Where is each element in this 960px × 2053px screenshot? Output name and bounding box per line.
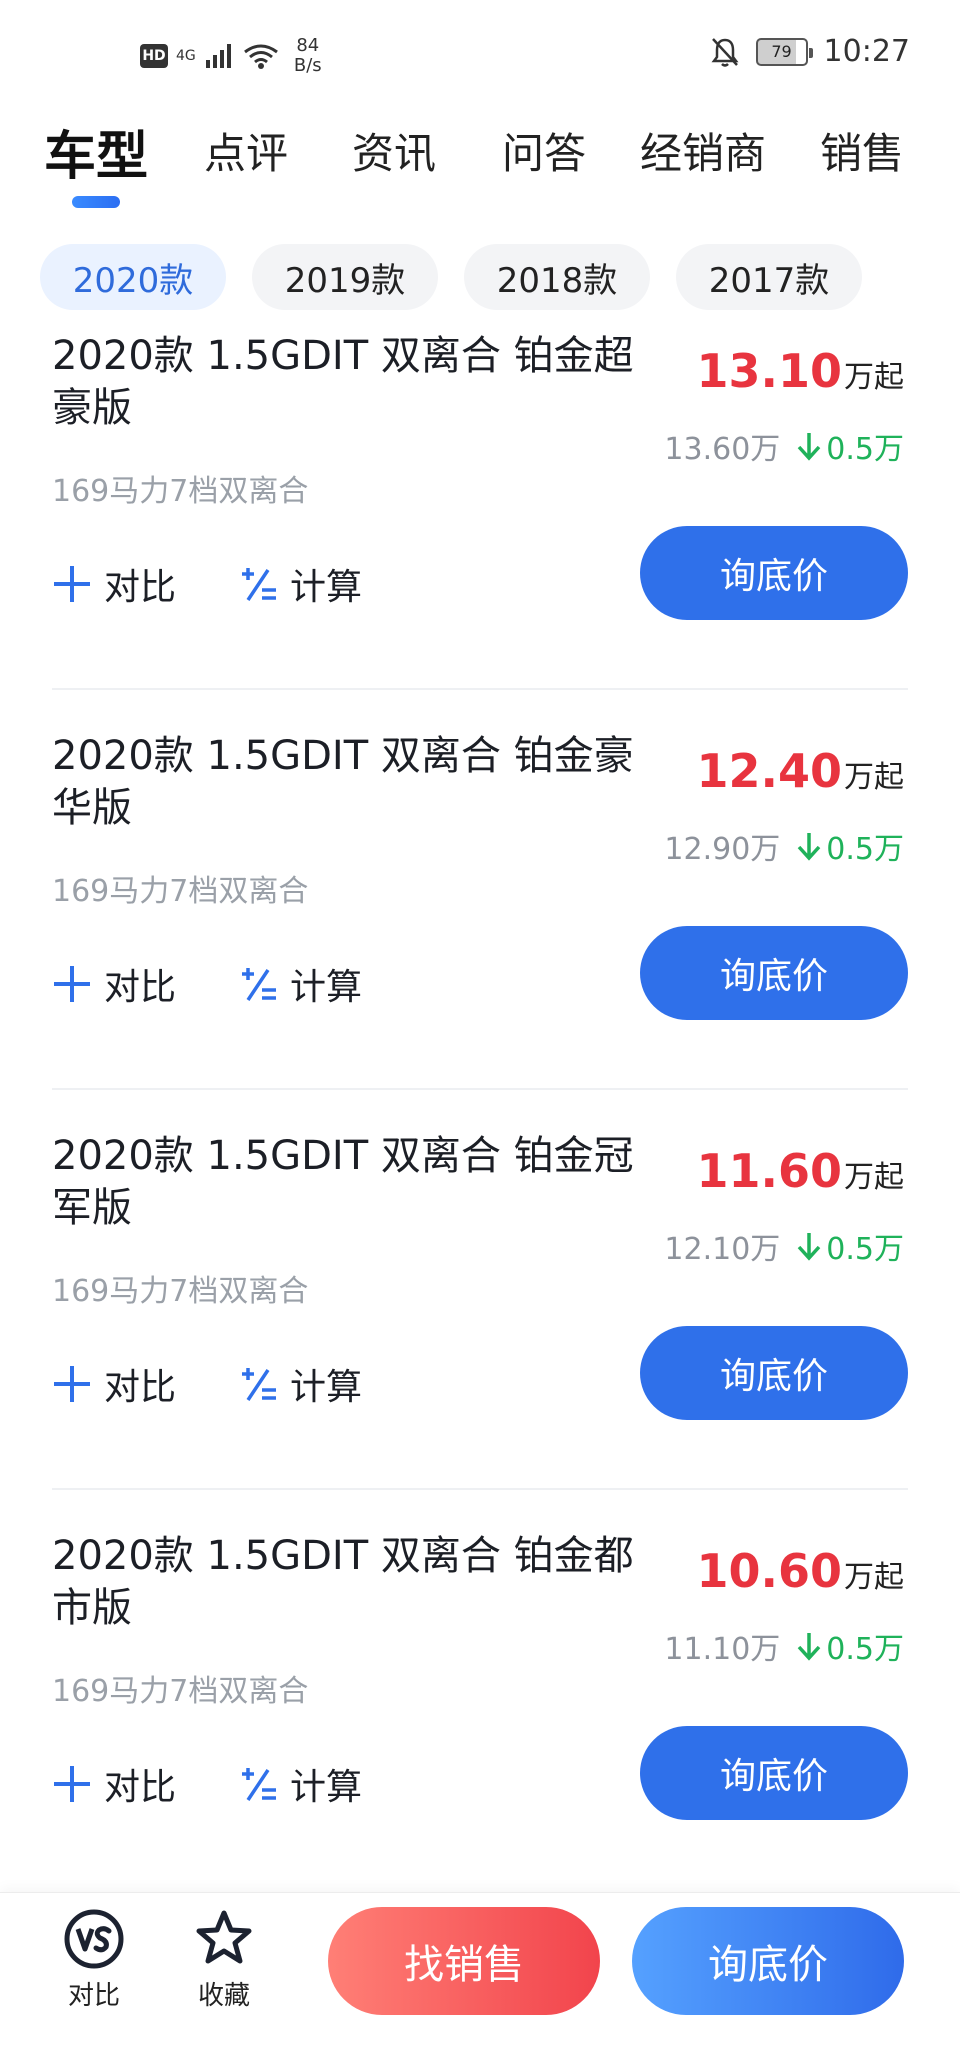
- top-tabs: 车型 点评 资讯 问答 经销商 销售: [0, 120, 960, 220]
- year-chip-2018[interactable]: 2018款: [464, 244, 650, 310]
- year-chip-2019[interactable]: 2019款: [252, 244, 438, 310]
- original-price: 12.10万: [664, 1232, 781, 1267]
- calculate-button[interactable]: 计算: [238, 958, 362, 1010]
- price-drop: 0.5万: [796, 1624, 904, 1668]
- price-value: 12.40: [696, 744, 842, 798]
- tab-sales[interactable]: 销售: [820, 120, 904, 181]
- price-value: 13.10: [696, 344, 842, 398]
- favorite-button[interactable]: 收藏: [192, 1907, 256, 2012]
- calculator-icon: [242, 1768, 276, 1801]
- calculator-icon: [242, 568, 276, 601]
- vs-icon: [64, 1909, 124, 1969]
- bottom-compare-label: 对比: [67, 1981, 120, 2011]
- clock: 10:27: [823, 34, 910, 69]
- inquire-price-button[interactable]: 询底价: [640, 926, 908, 1020]
- compare-button[interactable]: 对比: [52, 558, 176, 610]
- price-drop: 0.5万: [796, 824, 904, 868]
- tab-qa[interactable]: 问答: [502, 120, 586, 181]
- tab-car-models[interactable]: 车型: [44, 114, 148, 189]
- tab-news[interactable]: 资讯: [352, 120, 436, 181]
- price-unit: 万起: [844, 1560, 904, 1595]
- trim-title: 2020款 1.5GDIT 双离合 铂金都市版: [52, 1533, 634, 1631]
- price-unit: 万起: [844, 1160, 904, 1195]
- original-price: 12.90万: [664, 832, 781, 867]
- trim-spec: 169马力7档双离合: [52, 474, 309, 509]
- status-right: 79 10:27: [710, 34, 910, 69]
- plus-icon: [54, 966, 90, 1002]
- price-value: 11.60: [696, 1144, 842, 1198]
- signal-icon: [205, 44, 231, 68]
- arrow-down-icon: [797, 433, 821, 461]
- arrow-down-icon: [797, 833, 821, 861]
- star-icon: [196, 1910, 252, 1964]
- trim-price: 13.10 万起: [696, 344, 904, 398]
- year-filter: 2020款 2019款 2018款 2017款: [40, 244, 862, 310]
- wifi-icon: [243, 44, 278, 69]
- inquire-price-button[interactable]: 询底价: [640, 526, 908, 620]
- battery-icon: 79: [755, 37, 813, 66]
- trim-spec: 169马力7档双离合: [52, 874, 309, 909]
- price-unit: 万起: [844, 360, 904, 395]
- original-price: 13.60万: [664, 432, 781, 467]
- list-item[interactable]: 2020款 1.5GDIT 双离合 铂金都市版 10.60 万起 11.10万 …: [52, 1530, 908, 1930]
- arrow-down-icon: [797, 1233, 821, 1261]
- year-chip-2017[interactable]: 2017款: [676, 244, 862, 310]
- bell-muted-icon: [711, 37, 739, 67]
- trim-price: 11.60 万起: [696, 1144, 904, 1198]
- price-drop: 0.5万: [796, 424, 904, 468]
- divider: [52, 688, 908, 690]
- price-sub: 12.90万 0.5万: [664, 824, 904, 868]
- price-sub: 11.10万 0.5万: [664, 1624, 904, 1668]
- original-price: 11.10万: [664, 1632, 781, 1667]
- trim-spec: 169马力7档双离合: [52, 1274, 309, 1309]
- status-left: HD 4G 84 B/s: [140, 36, 328, 76]
- bottom-inquire-price-button[interactable]: 询底价: [632, 1907, 904, 2015]
- inquire-price-button[interactable]: 询底价: [640, 1326, 908, 1420]
- plus-icon: [54, 1766, 90, 1802]
- trim-title: 2020款 1.5GDIT 双离合 铂金豪华版: [52, 733, 634, 831]
- divider: [52, 1088, 908, 1090]
- trim-title: 2020款 1.5GDIT 双离合 铂金冠军版: [52, 1133, 634, 1231]
- price-sub: 13.60万 0.5万: [664, 424, 904, 468]
- compare-button[interactable]: 对比: [52, 958, 176, 1010]
- trim-price: 12.40 万起: [696, 744, 904, 798]
- calculate-button[interactable]: 计算: [238, 1758, 362, 1810]
- list-item[interactable]: 2020款 1.5GDIT 双离合 铂金豪华版 12.40 万起 12.90万 …: [52, 730, 908, 1130]
- tab-dealers[interactable]: 经销商: [640, 120, 766, 181]
- calculator-icon: [242, 968, 276, 1001]
- calculate-button[interactable]: 计算: [238, 1358, 362, 1410]
- divider: [52, 1488, 908, 1490]
- plus-icon: [54, 566, 90, 602]
- calculator-icon: [242, 1368, 276, 1401]
- price-sub: 12.10万 0.5万: [664, 1224, 904, 1268]
- bottom-bar: 对比 收藏 找销售 询底价: [0, 1892, 960, 2053]
- trim-title: 2020款 1.5GDIT 双离合 铂金超豪版: [52, 333, 634, 431]
- compare-button[interactable]: 对比: [52, 1358, 176, 1410]
- status-bar: HD 4G 84 B/s 79 10:27: [0, 0, 960, 110]
- calculate-button[interactable]: 计算: [238, 558, 362, 610]
- price-drop: 0.5万: [796, 1224, 904, 1268]
- find-sales-button[interactable]: 找销售: [328, 1907, 600, 2015]
- inquire-price-button[interactable]: 询底价: [640, 1726, 908, 1820]
- trim-price: 10.60 万起: [696, 1544, 904, 1598]
- network-speed: 84 B/s: [293, 35, 322, 76]
- bottom-compare-button[interactable]: 对比: [62, 1907, 126, 2012]
- network-type: 4G: [176, 48, 196, 64]
- hd-icon: HD: [140, 44, 168, 68]
- compare-button[interactable]: 对比: [52, 1758, 176, 1810]
- year-chip-2020[interactable]: 2020款: [40, 244, 226, 310]
- tab-reviews[interactable]: 点评: [204, 120, 288, 181]
- list-item[interactable]: 2020款 1.5GDIT 双离合 铂金冠军版 11.60 万起 12.10万 …: [52, 1130, 908, 1530]
- list-item[interactable]: 2020款 1.5GDIT 双离合 铂金超豪版 13.10 万起 13.60万 …: [52, 330, 908, 730]
- trim-spec: 169马力7档双离合: [52, 1674, 309, 1709]
- price-value: 10.60: [696, 1544, 842, 1598]
- price-unit: 万起: [844, 760, 904, 795]
- plus-icon: [54, 1366, 90, 1402]
- arrow-down-icon: [797, 1633, 821, 1661]
- favorite-label: 收藏: [197, 1981, 250, 2011]
- tab-indicator: [72, 196, 120, 208]
